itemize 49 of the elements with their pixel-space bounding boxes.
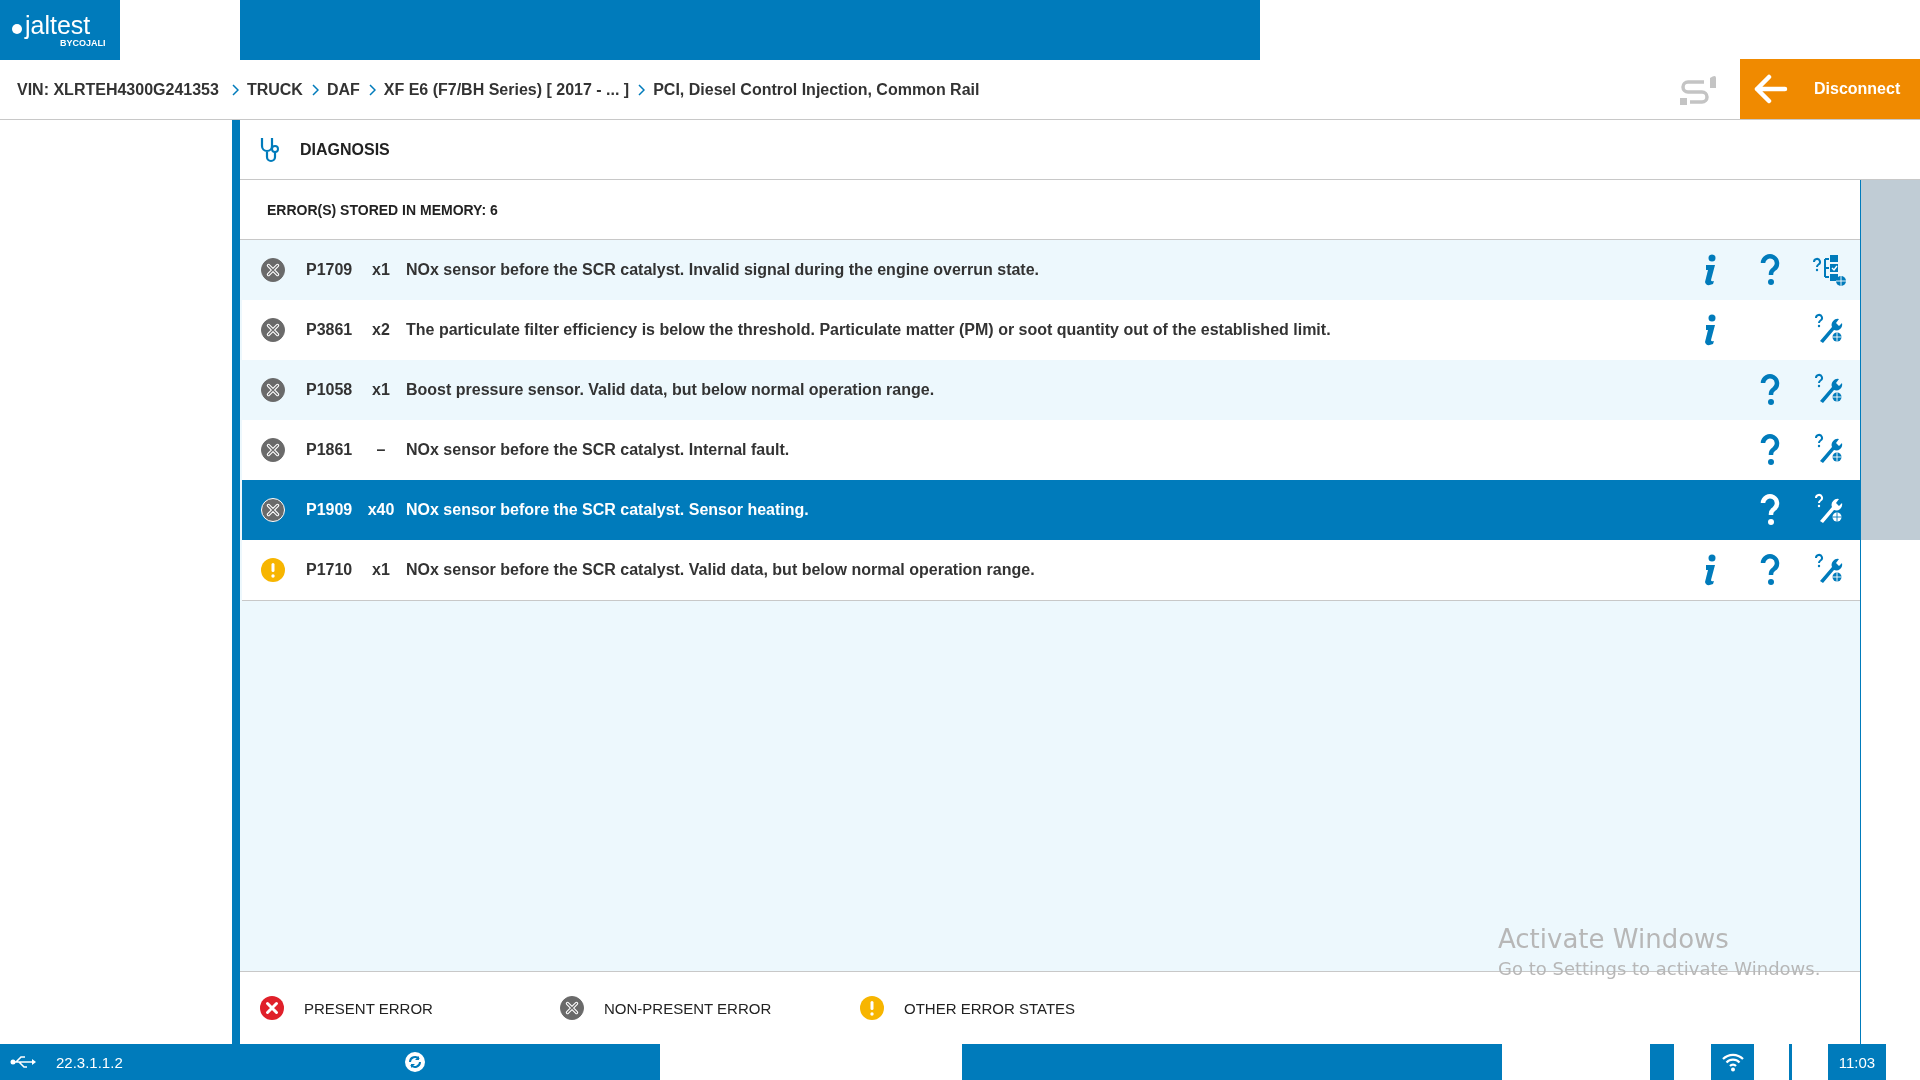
- status-bar-segment: [1789, 1044, 1792, 1080]
- error-code: P1861: [306, 441, 354, 459]
- breadcrumb-item[interactable]: PCI, Diesel Control Injection, Common Rail: [653, 80, 980, 99]
- version-text: 22.3.1.1.2: [56, 1053, 123, 1071]
- notice-title: Activate Windows: [1498, 924, 1730, 954]
- error-code: P1909: [306, 501, 354, 519]
- arrow-left-icon: [1754, 74, 1788, 104]
- legend-label: PRESENT ERROR: [304, 999, 433, 1017]
- breadcrumb-item[interactable]: TRUCK: [246, 80, 303, 99]
- error-description: The particulate filter efficiency is below the threshold. Particulate matter (PM) or soot quantity out of the established limit.: [406, 321, 1332, 339]
- error-row[interactable]: P1710 x1 NOx sensor before the SCR catalyst. Valid data, but below normal operation range.: [242, 540, 1860, 601]
- error-count: x40: [366, 501, 396, 519]
- legend-label: NON-PRESENT ERROR: [604, 999, 772, 1017]
- breadcrumb-item[interactable]: XF E6 (F7/BH Series) [ 2017 - ... ]: [383, 80, 630, 99]
- error-code: P3861: [306, 321, 354, 339]
- error-code: P1710: [306, 561, 354, 579]
- error-count: x1: [371, 261, 391, 279]
- error-count: x2: [371, 321, 391, 339]
- errors-count-title: ERROR(S) STORED IN MEMORY: 6: [267, 201, 498, 218]
- chevron-icon: [367, 83, 376, 96]
- wifi-button[interactable]: [1711, 1044, 1754, 1080]
- scrollbar-thumb[interactable]: [1861, 180, 1920, 540]
- error-description: NOx sensor before the SCR catalyst. Sensor heating.: [406, 501, 810, 519]
- error-count: x1: [371, 561, 391, 579]
- error-count: x1: [371, 381, 391, 399]
- error-description: Boost pressure sensor. Valid data, but below normal operation range.: [406, 381, 936, 399]
- breadcrumb-item[interactable]: DAF: [326, 80, 360, 99]
- error-code: P1709: [306, 261, 354, 279]
- legend-label: OTHER ERROR STATES: [904, 999, 1076, 1017]
- clock: 11:03: [1828, 1044, 1886, 1080]
- error-description: NOx sensor before the SCR catalyst. Invalid signal during the engine overrun state.: [406, 261, 1041, 279]
- error-description: NOx sensor before the SCR catalyst. Internal fault.: [406, 441, 791, 459]
- wifi-icon: [1720, 1052, 1745, 1072]
- error-row[interactable]: P1909 x40 NOx sensor before the SCR catalyst. Sensor heating.: [242, 480, 1860, 540]
- error-code: P1058: [306, 381, 354, 399]
- error-row[interactable]: P1861 – NOx sensor before the SCR catalyst. Internal fault.: [242, 420, 1860, 480]
- jaltest-logo: jaltest BYCOJALI: [0, 0, 120, 60]
- chevron-icon: [230, 83, 239, 96]
- usb-icon: [10, 1055, 36, 1069]
- chevron-icon: [310, 83, 319, 96]
- status-bar-segment: [1650, 1044, 1674, 1080]
- error-description: NOx sensor before the SCR catalyst. Valid data, but below normal operation range.: [406, 561, 1036, 579]
- refresh-icon[interactable]: [403, 1051, 426, 1073]
- breadcrumb-item: VIN: XLRTEH4300G241353: [17, 80, 219, 99]
- notice-subtitle: Go to Settings to activate Windows.: [1498, 958, 1821, 979]
- error-row[interactable]: P3861 x2 The particulate filter efficiency is below the threshold. Particulate matter (PM) or soot quantity out of the established limit.: [242, 300, 1860, 360]
- error-count: –: [375, 441, 387, 459]
- chevron-icon: [637, 83, 646, 96]
- section-title: DIAGNOSIS: [300, 140, 390, 159]
